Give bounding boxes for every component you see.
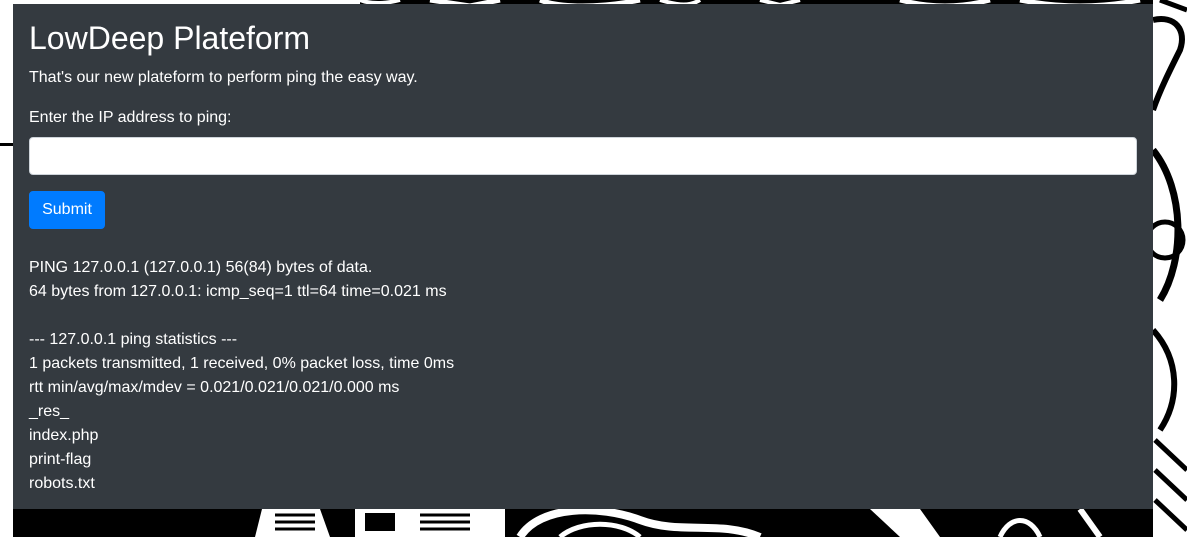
output-line: robots.txt [29, 475, 95, 492]
output-line: --- 127.0.0.1 ping statistics --- [29, 331, 238, 348]
output-line: 1 packets transmitted, 1 received, 0% pa… [29, 355, 455, 372]
ping-panel: LowDeep Plateform That's our new platefo… [13, 4, 1153, 509]
output-line: _res_ [29, 403, 70, 420]
output-line: 64 bytes from 127.0.0.1: icmp_seq=1 ttl=… [29, 283, 447, 300]
ip-address-label: Enter the IP address to ping: [29, 109, 232, 126]
output-line: print-flag [29, 451, 92, 468]
ping-output: PING 127.0.0.1 (127.0.0.1) 56(84) bytes … [29, 256, 454, 496]
output-line: rtt min/avg/max/mdev = 0.021/0.021/0.021… [29, 379, 400, 396]
ip-address-input[interactable] [29, 137, 1137, 175]
submit-button[interactable]: Submit [29, 191, 105, 229]
page-subtitle: That's our new plateform to perform ping… [29, 69, 418, 86]
output-line: index.php [29, 427, 99, 444]
page-title: LowDeep Plateform [29, 20, 311, 56]
output-line: PING 127.0.0.1 (127.0.0.1) 56(84) bytes … [29, 259, 373, 276]
